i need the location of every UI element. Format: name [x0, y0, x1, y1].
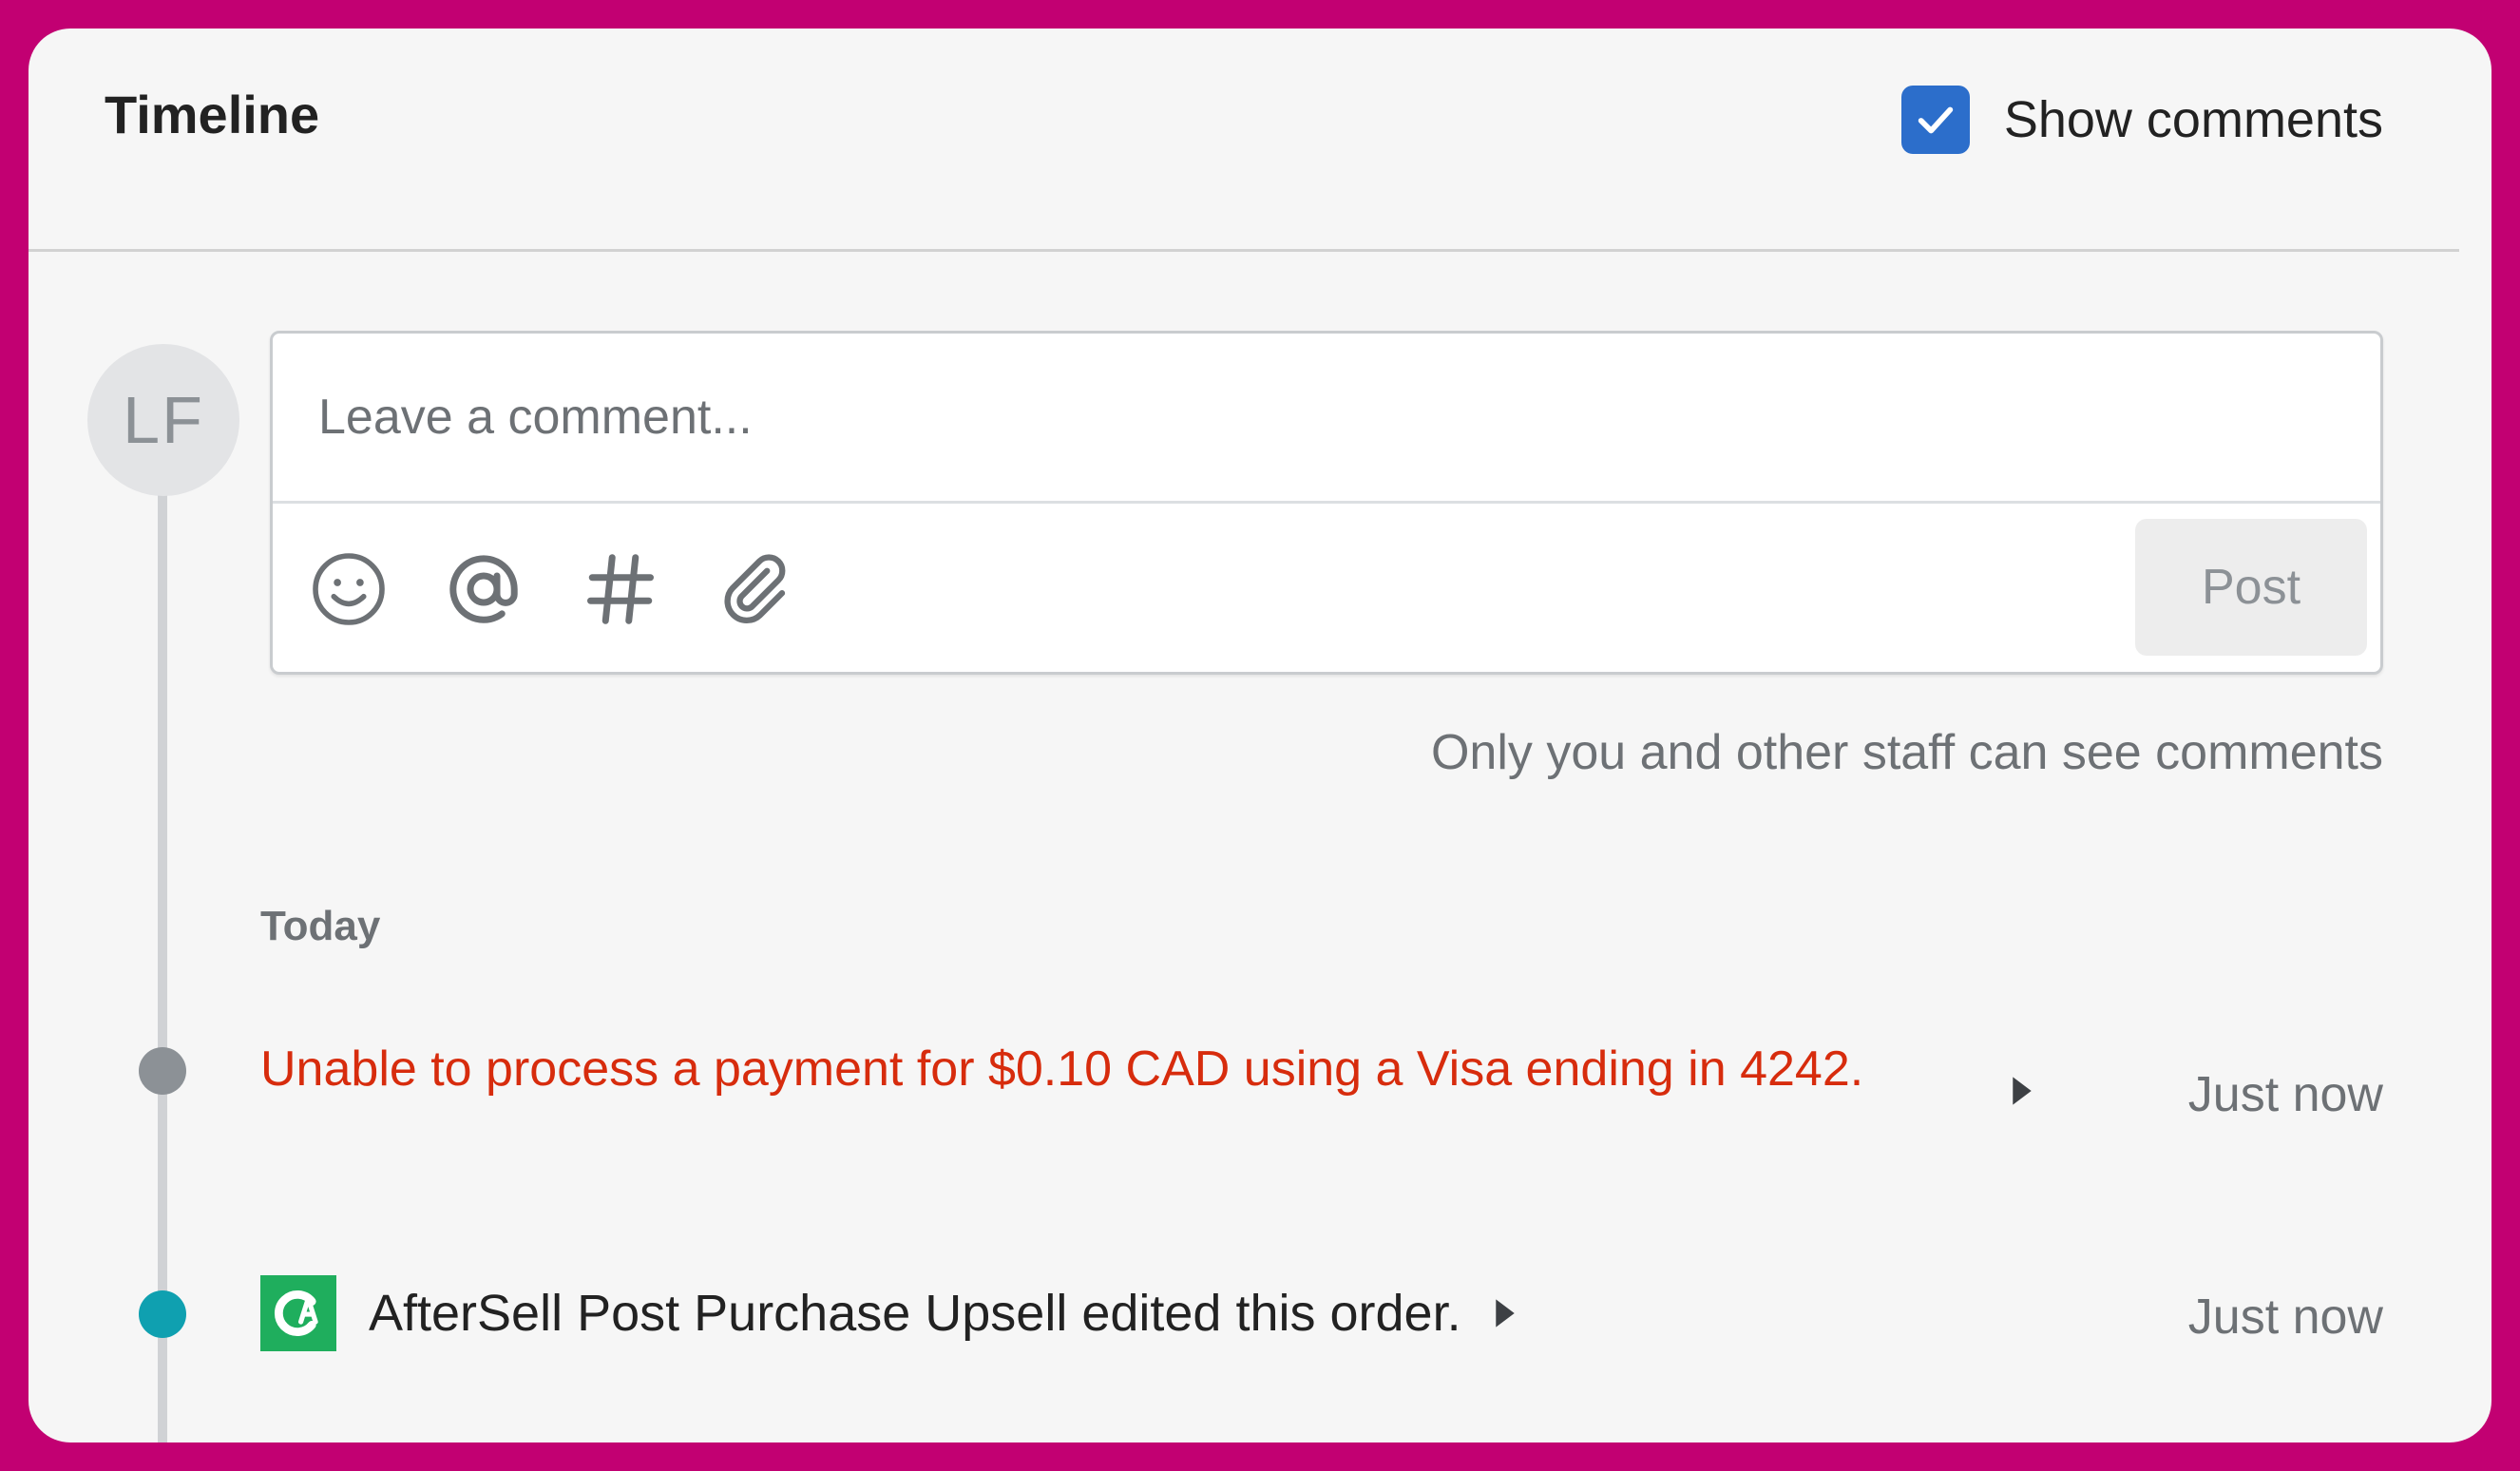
comment-input[interactable]	[273, 334, 2380, 501]
staff-visibility-note: Only you and other staff can see comment…	[1430, 725, 2383, 780]
checkmark-icon	[1918, 106, 1954, 134]
emoji-icon[interactable]	[303, 544, 394, 635]
event-time: Just now	[2187, 1290, 2383, 1345]
date-heading: Today	[260, 903, 381, 949]
post-button[interactable]: Post	[2135, 519, 2367, 656]
attachment-icon[interactable]	[710, 544, 801, 635]
page-title: Timeline	[105, 85, 320, 144]
app-edit-event-text: AfterSell Post Purchase Upsell edited th…	[369, 1285, 1461, 1342]
timeline-header: Timeline Show comments	[29, 29, 2491, 251]
comment-composer: Post	[270, 331, 2383, 675]
timeline-card: Timeline Show comments LF Leave a commen…	[29, 29, 2491, 1442]
show-comments-checkbox[interactable]	[1900, 86, 1970, 154]
hashtag-icon[interactable]	[575, 544, 666, 635]
aftersell-logo-icon	[260, 1275, 336, 1351]
show-comments-toggle[interactable]: Show comments	[1900, 86, 2383, 154]
timeline-event-dot	[139, 1047, 186, 1095]
mention-icon[interactable]	[438, 544, 529, 635]
app-edit-event: AfterSell Post Purchase Upsell edited th…	[260, 1275, 1524, 1351]
expand-caret-icon[interactable]	[2003, 1072, 2041, 1110]
avatar: LF	[87, 344, 239, 496]
event-time: Just now	[2187, 1067, 2383, 1122]
header-divider	[29, 249, 2459, 252]
timeline-event-dot	[139, 1290, 186, 1338]
show-comments-label: Show comments	[2003, 91, 2383, 148]
composer-toolbar: Post	[273, 504, 2380, 675]
payment-error-event: Unable to process a payment for $0.10 CA…	[260, 1041, 1864, 1097]
expand-caret-icon[interactable]	[1486, 1294, 1524, 1332]
